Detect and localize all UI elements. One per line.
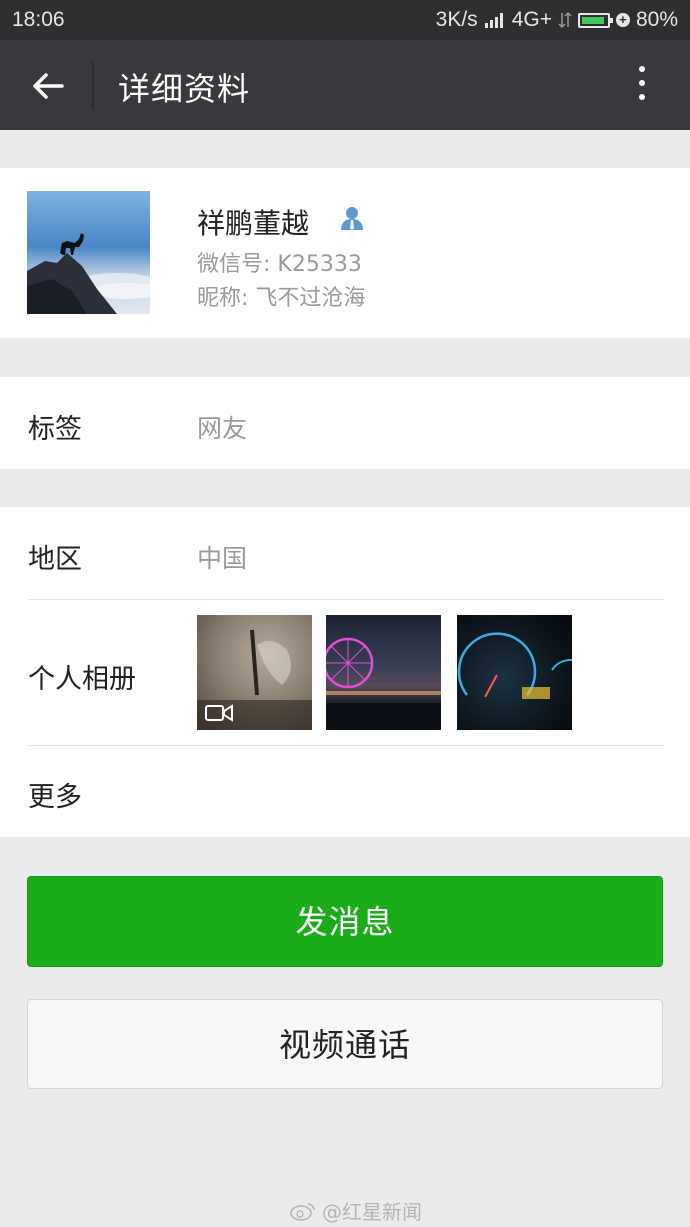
weibo-icon bbox=[290, 1202, 315, 1221]
album-photo[interactable] bbox=[326, 615, 441, 730]
status-bar: 18:06 3K/s 4G+ + 80% bbox=[0, 0, 690, 40]
profile-card: 祥鹏董越 微信号: K25333 昵称: 飞不过沧海 bbox=[0, 168, 690, 338]
status-indicators: 3K/s 4G+ + 80% bbox=[436, 8, 678, 32]
tag-label: 标签 bbox=[28, 414, 82, 445]
battery-percent: 80% bbox=[635, 8, 678, 31]
avatar[interactable] bbox=[27, 191, 150, 314]
video-icon bbox=[205, 704, 233, 722]
contact-name: 祥鹏董越 bbox=[197, 207, 310, 240]
nickname: 昵称: 飞不过沧海 bbox=[197, 286, 366, 311]
album-photo-image bbox=[326, 637, 441, 730]
top-navigation-bar: 详细资料 bbox=[0, 40, 690, 130]
arrow-left-icon[interactable] bbox=[28, 66, 68, 106]
divider bbox=[28, 599, 664, 600]
more-vertical-icon[interactable] bbox=[636, 66, 648, 106]
signal-icon bbox=[484, 13, 503, 28]
network-type: 4G+ bbox=[511, 8, 552, 31]
album-photo[interactable] bbox=[457, 615, 572, 730]
tag-row[interactable]: 标签 网友 bbox=[0, 377, 690, 469]
wechat-id: 微信号: K25333 bbox=[197, 252, 362, 277]
album-label: 个人相册 bbox=[28, 664, 136, 695]
network-speed: 3K/s bbox=[435, 8, 478, 31]
album-photo[interactable] bbox=[197, 615, 312, 730]
info-card: 地区 中国 个人相册 更多 bbox=[0, 507, 690, 837]
data-transfer-icon bbox=[558, 11, 572, 29]
more-label: 更多 bbox=[28, 782, 82, 813]
contact-person-icon bbox=[341, 207, 363, 230]
status-time: 18:06 bbox=[12, 8, 65, 31]
watermark-text: @红星新闻 bbox=[322, 1200, 422, 1224]
battery-icon bbox=[577, 12, 613, 28]
send-message-button[interactable]: 发消息 bbox=[27, 876, 663, 967]
video-call-button[interactable]: 视频通话 bbox=[27, 999, 663, 1089]
album-photo-image bbox=[457, 632, 572, 699]
divider bbox=[28, 745, 664, 746]
page-title: 详细资料 bbox=[118, 70, 251, 108]
region-value: 中国 bbox=[197, 544, 248, 573]
tag-value: 网友 bbox=[197, 414, 248, 443]
region-label: 地区 bbox=[28, 544, 82, 575]
nav-divider bbox=[92, 62, 94, 110]
avatar-image bbox=[27, 233, 150, 314]
watermark: @红星新闻 bbox=[290, 1196, 422, 1225]
charging-plus-icon: + bbox=[615, 13, 630, 27]
